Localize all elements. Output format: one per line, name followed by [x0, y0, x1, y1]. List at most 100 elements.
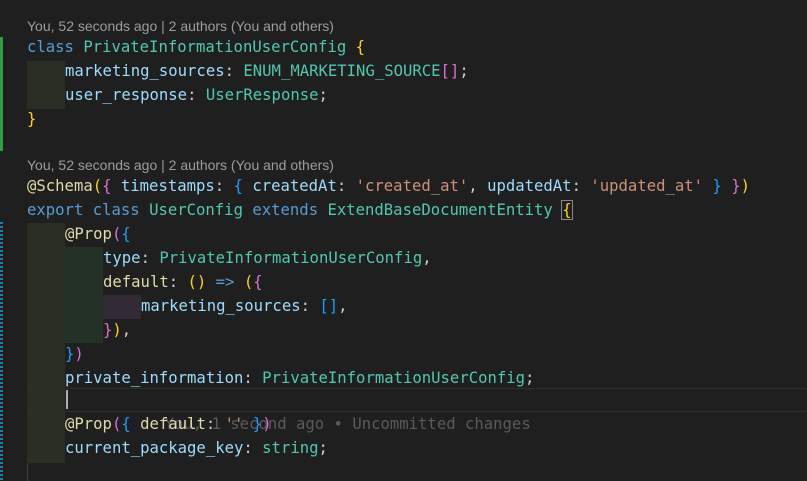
punctuation-token: : [214, 177, 234, 195]
code-line[interactable]: current_package_key: string; [65, 436, 328, 460]
punctuation-token [243, 177, 252, 195]
code-line[interactable]: type: PrivateInformationUserConfig, [103, 246, 432, 270]
indent-whitespace [65, 319, 103, 343]
bracket-token: { [561, 200, 573, 220]
property-token: timestamps [120, 177, 215, 195]
indent-whitespace [27, 85, 65, 109]
punctuation-token [83, 201, 92, 219]
bracket-token: } [712, 177, 722, 195]
type-token: PrivateInformationUserConfig [159, 249, 423, 267]
code-line[interactable]: export class UserConfig extends ExtendBa… [27, 198, 573, 222]
punctuation-token: ; [459, 62, 469, 80]
punctuation-token: : [571, 177, 591, 195]
bracket-token: } [27, 110, 37, 128]
code-line[interactable]: } [27, 107, 36, 131]
property-token: current_package_key [65, 439, 244, 457]
decorator-token: @Schema [27, 177, 93, 195]
bracket-token: () [187, 273, 207, 291]
punctuation-token [74, 38, 83, 56]
code-line[interactable]: You, 1 second ago • Uncommitted changes [65, 388, 531, 433]
code-line[interactable]: @Prop({ default: '' }) [65, 412, 272, 436]
indent-whitespace [27, 271, 65, 295]
code-line[interactable]: @Prop({ [65, 222, 131, 246]
punctuation-token: , [422, 249, 432, 267]
punctuation-token: : [300, 297, 320, 315]
punctuation-token: ; [318, 86, 328, 104]
punctuation-token: : [243, 369, 263, 387]
code-line[interactable]: user_response: UserResponse; [65, 83, 328, 107]
punctuation-token: : [224, 62, 244, 80]
bracket-token: { [233, 177, 243, 195]
indent-whitespace [65, 271, 103, 295]
bracket-token: ( [92, 177, 103, 195]
code-line[interactable]: default: () => ({ [103, 270, 263, 294]
type-token: ExtendBaseDocumentEntity [327, 201, 553, 219]
punctuation-token [346, 38, 355, 56]
indent-whitespace [103, 295, 141, 319]
punctuation-token: : [168, 273, 188, 291]
property-token: marketing_sources [65, 62, 225, 80]
indent-whitespace [27, 343, 65, 367]
indent-whitespace [27, 223, 65, 247]
punctuation-token [722, 177, 731, 195]
bracket-token: ) [740, 177, 750, 195]
punctuation-token: : [336, 177, 356, 195]
indent-whitespace [65, 295, 103, 319]
keyword-token: => [215, 273, 235, 291]
codelens-blame-annotation[interactable]: You, 52 seconds ago | 2 authors (You and… [27, 16, 334, 36]
punctuation-token [140, 201, 149, 219]
type-token: PrivateInformationUserConfig [83, 38, 347, 56]
type-token: PrivateInformationUserConfig [262, 369, 526, 387]
bracket-token: [] [440, 62, 460, 80]
keyword-token: extends [252, 201, 319, 219]
bracket-token: ) [74, 345, 84, 363]
punctuation-token [234, 273, 243, 291]
indent-whitespace [27, 61, 65, 85]
indent-whitespace [27, 247, 65, 271]
bracket-token: ) [112, 321, 122, 339]
bracket-token: { [253, 273, 263, 291]
property-token: createdAt [252, 177, 337, 195]
keyword-token: class [27, 38, 74, 56]
bracket-token: [] [319, 297, 339, 315]
string-token: 'updated_at' [590, 177, 704, 195]
indent-whitespace [27, 319, 65, 343]
code-line[interactable]: private_information: PrivateInformationU… [65, 366, 534, 390]
punctuation-token: : [205, 415, 225, 433]
bracket-token: ( [243, 273, 254, 291]
bracket-token: { [102, 177, 112, 195]
bracket-token: ( [111, 225, 122, 243]
code-line[interactable]: class PrivateInformationUserConfig { [27, 35, 365, 59]
code-line[interactable]: marketing_sources: ENUM_MARKETING_SOURCE… [65, 59, 469, 83]
punctuation-token [243, 415, 252, 433]
keyword-token: export [27, 201, 84, 219]
type-token: UserConfig [149, 201, 243, 219]
punctuation-token: : [243, 439, 263, 457]
code-editor[interactable]: You, 52 seconds ago | 2 authors (You and… [0, 0, 807, 481]
bracket-token: } [731, 177, 741, 195]
bracket-token: } [252, 415, 263, 433]
string-token: '' [224, 415, 244, 433]
punctuation-token: ; [525, 369, 535, 387]
punctuation-token: , [338, 297, 348, 315]
modified-lines-gutter-marker[interactable] [0, 222, 3, 481]
codelens-blame-annotation[interactable]: You, 52 seconds ago | 2 authors (You and… [27, 155, 334, 175]
type-token: UserResponse [205, 86, 319, 104]
property-token: marketing_sources [141, 297, 301, 315]
indent-whitespace [65, 247, 103, 271]
code-line[interactable]: @Schema({ timestamps: { createdAt: 'crea… [27, 174, 750, 198]
punctuation-token [703, 177, 712, 195]
code-line[interactable]: }), [103, 318, 131, 342]
indent-whitespace [27, 439, 65, 463]
property-token: user_response [65, 86, 188, 104]
punctuation-token: : [140, 249, 160, 267]
punctuation-token [131, 415, 140, 433]
indent-whitespace [27, 295, 65, 319]
code-line[interactable]: marketing_sources: [], [141, 294, 348, 318]
punctuation-token: , [468, 177, 488, 195]
decorator-token: default [103, 273, 169, 291]
type-token: ENUM_MARKETING_SOURCE [243, 62, 441, 80]
code-line[interactable]: }) [65, 342, 84, 366]
added-lines-gutter-marker[interactable] [0, 37, 3, 151]
bracket-token: } [103, 321, 113, 339]
